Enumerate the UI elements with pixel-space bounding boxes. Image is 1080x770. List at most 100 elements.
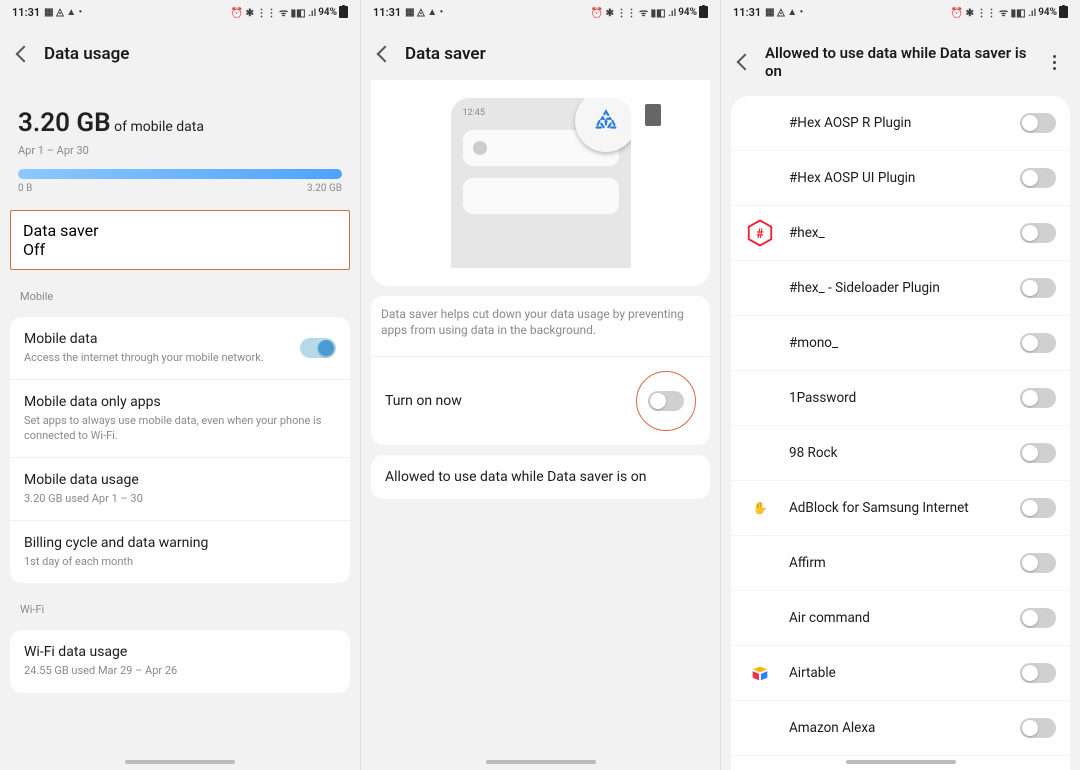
nav-indicator[interactable]	[486, 760, 596, 764]
app-row[interactable]: ●1Password	[731, 370, 1070, 425]
phone-mock-icon: 12:45	[451, 98, 631, 268]
more-menu-icon[interactable]	[1046, 55, 1062, 70]
app-toggle[interactable]	[1020, 718, 1056, 738]
app-toggle[interactable]	[1020, 608, 1056, 628]
app-name-label: AdBlock for Samsung Internet	[789, 500, 1006, 516]
back-icon[interactable]	[377, 46, 394, 63]
app-icon	[745, 108, 775, 138]
app-row[interactable]: ✉#Hex AOSP UI Plugin	[731, 150, 1070, 205]
status-time: 11:31	[373, 6, 401, 19]
app-toggle[interactable]	[1020, 663, 1056, 683]
nav-indicator[interactable]	[846, 760, 956, 764]
mobile-usage-row[interactable]: Mobile data usage 3.20 GB used Apr 1 – 3…	[10, 457, 350, 520]
highlight-circle	[636, 371, 696, 431]
screen-data-usage: 11:31 ▦ ◬ ▲ • ⏰ ✱ ⋮⋮ ᯤ ▮◧ .ıl 94% Data u…	[0, 0, 360, 770]
data-saver-row[interactable]: Data saver Off	[10, 210, 350, 270]
status-battery-pct: 94%	[1038, 7, 1057, 18]
data-saver-description: Data saver helps cut down your data usag…	[381, 306, 700, 338]
section-mobile: Mobile	[0, 280, 360, 307]
nav-indicator[interactable]	[125, 760, 235, 764]
app-toggle[interactable]	[1020, 388, 1056, 408]
app-icon: ◇	[745, 273, 775, 303]
sdcard-icon	[645, 104, 661, 126]
allowed-apps-row[interactable]: Allowed to use data while Data saver is …	[371, 455, 710, 499]
app-icon: ✎	[745, 603, 775, 633]
back-icon[interactable]	[16, 46, 33, 63]
status-right-icons: ⏰ ✱ ⋮⋮ ᯤ ▮◧ .ıl	[951, 5, 1036, 19]
mobile-only-apps-label: Mobile data only apps	[24, 394, 336, 410]
app-toggle[interactable]	[1020, 333, 1056, 353]
app-name-label: Airtable	[789, 665, 1006, 681]
app-icon: 98ROCK	[745, 438, 775, 468]
wifi-usage-row[interactable]: Wi-Fi data usage 24.55 GB used Mar 29 – …	[10, 630, 350, 692]
page-title: Data usage	[44, 44, 342, 64]
usage-daterange: Apr 1 – Apr 30	[18, 144, 342, 157]
bar-min: 0 B	[18, 183, 32, 194]
app-row[interactable]: ✋AdBlock for Samsung Internet	[731, 480, 1070, 535]
app-row[interactable]: #mono_	[731, 315, 1070, 370]
wifi-usage-label: Wi-Fi data usage	[24, 644, 336, 660]
data-saver-label: Data saver	[23, 221, 337, 240]
app-icon	[745, 328, 775, 358]
billing-cycle-row[interactable]: Billing cycle and data warning 1st day o…	[10, 520, 350, 583]
status-right-icons: ⏰ ✱ ⋮⋮ ᯤ ▮◧ .ıl	[591, 5, 676, 19]
section-wifi: Wi-Fi	[0, 593, 360, 620]
billing-sub: 1st day of each month	[24, 555, 336, 569]
app-row[interactable]: a Affirm	[731, 535, 1070, 590]
data-saver-status: Off	[23, 240, 337, 259]
app-icon: ●	[745, 383, 775, 413]
status-time: 11:31	[733, 6, 761, 19]
status-bar: 11:31 ▦ ◬ ▲ • ⏰ ✱ ⋮⋮ ᯤ ▮◧ .ıl 94%	[0, 0, 360, 24]
app-icon	[745, 658, 775, 688]
app-toggle[interactable]	[1020, 443, 1056, 463]
app-icon: alexa	[745, 713, 775, 743]
status-bar: 11:31 ▦ ◬ ▲ • ⏰ ✱ ⋮⋮ ᯤ ▮◧ .ıl 94%	[361, 0, 720, 24]
app-row[interactable]: alexa Amazon Alexa	[731, 700, 1070, 755]
titlebar: Data saver	[361, 24, 720, 80]
turn-on-now-row[interactable]: Turn on now	[371, 356, 710, 445]
app-icon: #	[745, 218, 775, 248]
page-title: Allowed to use data while Data saver is …	[765, 44, 1032, 80]
back-icon[interactable]	[737, 54, 754, 71]
app-toggle[interactable]	[1020, 168, 1056, 188]
app-toggle[interactable]	[1020, 223, 1056, 243]
usage-summary: 3.20 GB of mobile data Apr 1 – Apr 30 0 …	[0, 80, 360, 200]
mobile-data-row[interactable]: Mobile data Access the internet through …	[10, 317, 350, 379]
status-battery-pct: 94%	[318, 7, 337, 18]
app-icon: ✉	[745, 163, 775, 193]
app-row[interactable]: #Hex AOSP R Plugin	[731, 96, 1070, 150]
status-time: 11:31	[12, 6, 40, 19]
allowed-apps-label: Allowed to use data while Data saver is …	[385, 469, 696, 485]
usage-suffix: of mobile data	[114, 119, 204, 135]
app-name-label: Amazon Alexa	[789, 720, 1006, 736]
turn-on-label: Turn on now	[385, 393, 462, 409]
mobile-only-apps-row[interactable]: Mobile data only apps Set apps to always…	[10, 379, 350, 457]
screen-data-saver: 11:31 ▦ ◬ ▲ • ⏰ ✱ ⋮⋮ ᯤ ▮◧ .ıl 94% Data s…	[360, 0, 720, 770]
app-toggle[interactable]	[1020, 113, 1056, 133]
app-row[interactable]: Airtable	[731, 645, 1070, 700]
app-row[interactable]: ##hex_	[731, 205, 1070, 260]
allowed-app-list: #Hex AOSP R Plugin✉#Hex AOSP UI Plugin##…	[731, 96, 1070, 770]
app-name-label: #mono_	[789, 335, 1006, 351]
app-row[interactable]: ✎ Air command	[731, 590, 1070, 645]
bar-max: 3.20 GB	[307, 183, 342, 194]
status-left-icons: ▦ ◬ ▲ •	[405, 7, 443, 18]
app-row[interactable]: 98ROCK98 Rock	[731, 425, 1070, 480]
data-saver-toggle[interactable]	[648, 391, 684, 411]
app-name-label: Air command	[789, 610, 1006, 626]
illustration-panel: 12:45	[371, 80, 710, 286]
mobile-data-toggle[interactable]	[300, 338, 336, 358]
battery-icon	[699, 6, 708, 18]
titlebar: Data usage	[0, 24, 360, 80]
app-icon: a	[745, 548, 775, 578]
app-name-label: Affirm	[789, 555, 1006, 571]
app-toggle[interactable]	[1020, 278, 1056, 298]
app-toggle[interactable]	[1020, 553, 1056, 573]
status-battery-pct: 94%	[678, 7, 697, 18]
mobile-data-sub: Access the internet through your mobile …	[24, 351, 290, 365]
titlebar: Allowed to use data while Data saver is …	[721, 24, 1080, 96]
app-row[interactable]: ◇#hex_ - Sideloader Plugin	[731, 260, 1070, 315]
mobile-usage-label: Mobile data usage	[24, 472, 336, 488]
app-toggle[interactable]	[1020, 498, 1056, 518]
usage-amount: 3.20 GB	[18, 108, 111, 138]
